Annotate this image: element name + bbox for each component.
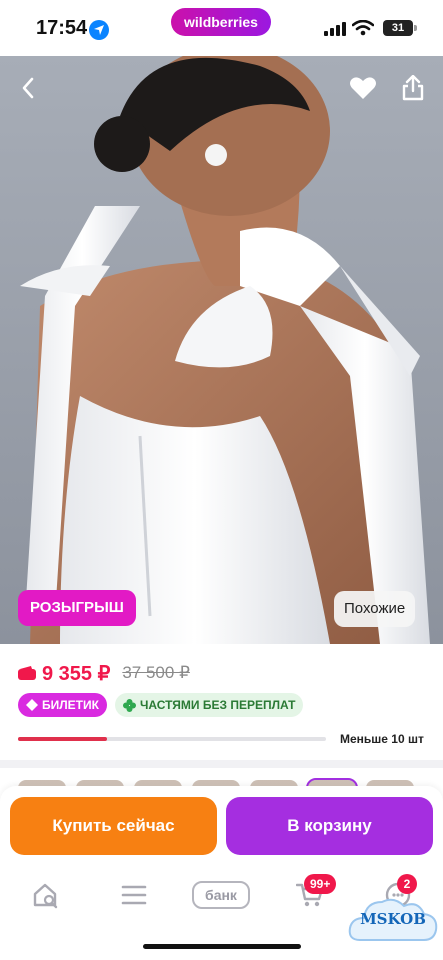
wifi-icon bbox=[352, 20, 374, 36]
heart-icon bbox=[350, 77, 376, 99]
product-page: 17:54 wildberries 31 РОЗЫГРЫШ Похожие 9 … bbox=[0, 0, 443, 960]
tab-catalog[interactable] bbox=[116, 878, 152, 912]
share-button[interactable] bbox=[393, 68, 433, 108]
product-image-gallery[interactable]: РОЗЫГРЫШ Похожие bbox=[0, 56, 443, 644]
wallet-icon bbox=[18, 666, 36, 680]
watermark-text: MSKOB bbox=[360, 910, 426, 928]
status-bar: 17:54 wildberries 31 bbox=[0, 0, 443, 56]
brand-logo[interactable]: wildberries bbox=[171, 8, 271, 36]
buy-now-button[interactable]: Купить сейчас bbox=[10, 797, 217, 855]
action-bar: Купить сейчас В корзину bbox=[0, 786, 443, 866]
battery-indicator: 31 bbox=[383, 20, 413, 36]
stock-progress-fill bbox=[18, 737, 108, 741]
ticket-tag[interactable]: БИЛЕТИК bbox=[18, 693, 107, 717]
cellular-signal-icon bbox=[324, 22, 346, 36]
share-icon bbox=[402, 75, 424, 101]
cart-count-badge: 99+ bbox=[304, 874, 337, 894]
home-search-icon bbox=[33, 883, 58, 909]
old-price: 37 500 ₽ bbox=[122, 663, 190, 682]
section-divider bbox=[0, 760, 443, 768]
ticket-icon bbox=[26, 699, 38, 711]
add-to-cart-button[interactable]: В корзину bbox=[226, 797, 433, 855]
favorite-button[interactable] bbox=[343, 68, 383, 108]
stock-text: Меньше 10 шт bbox=[340, 732, 424, 746]
battery-tip bbox=[414, 25, 417, 31]
price-row: 9 355 ₽ 37 500 ₽ bbox=[18, 660, 190, 686]
menu-icon bbox=[121, 885, 147, 905]
clover-icon bbox=[122, 698, 136, 712]
stock-progress-bar bbox=[18, 737, 326, 741]
watermark-logo: MSKOB bbox=[346, 882, 440, 954]
home-indicator bbox=[143, 944, 301, 949]
location-arrow-icon bbox=[89, 20, 109, 40]
back-button[interactable] bbox=[8, 68, 48, 108]
installments-tag-label: ЧАСТЯМИ БЕЗ ПЕРЕПЛАТ bbox=[139, 698, 296, 712]
status-time: 17:54 bbox=[36, 17, 88, 39]
similar-button[interactable]: Похожие bbox=[334, 591, 416, 627]
product-tags: БИЛЕТИК ЧАСТЯМИ БЕЗ ПЕРЕПЛАТ bbox=[18, 693, 304, 717]
chevron-left-icon bbox=[22, 77, 34, 99]
giveaway-badge[interactable]: РОЗЫГРЫШ bbox=[18, 590, 136, 626]
ticket-tag-label: БИЛЕТИК bbox=[42, 698, 99, 712]
tab-bank[interactable]: банк bbox=[190, 878, 252, 912]
tab-home[interactable] bbox=[28, 878, 64, 912]
bank-label: банк bbox=[192, 881, 250, 909]
installments-tag[interactable]: ЧАСТЯМИ БЕЗ ПЕРЕПЛАТ bbox=[114, 693, 304, 717]
product-photo bbox=[0, 56, 443, 644]
current-price: 9 355 ₽ bbox=[42, 662, 111, 685]
